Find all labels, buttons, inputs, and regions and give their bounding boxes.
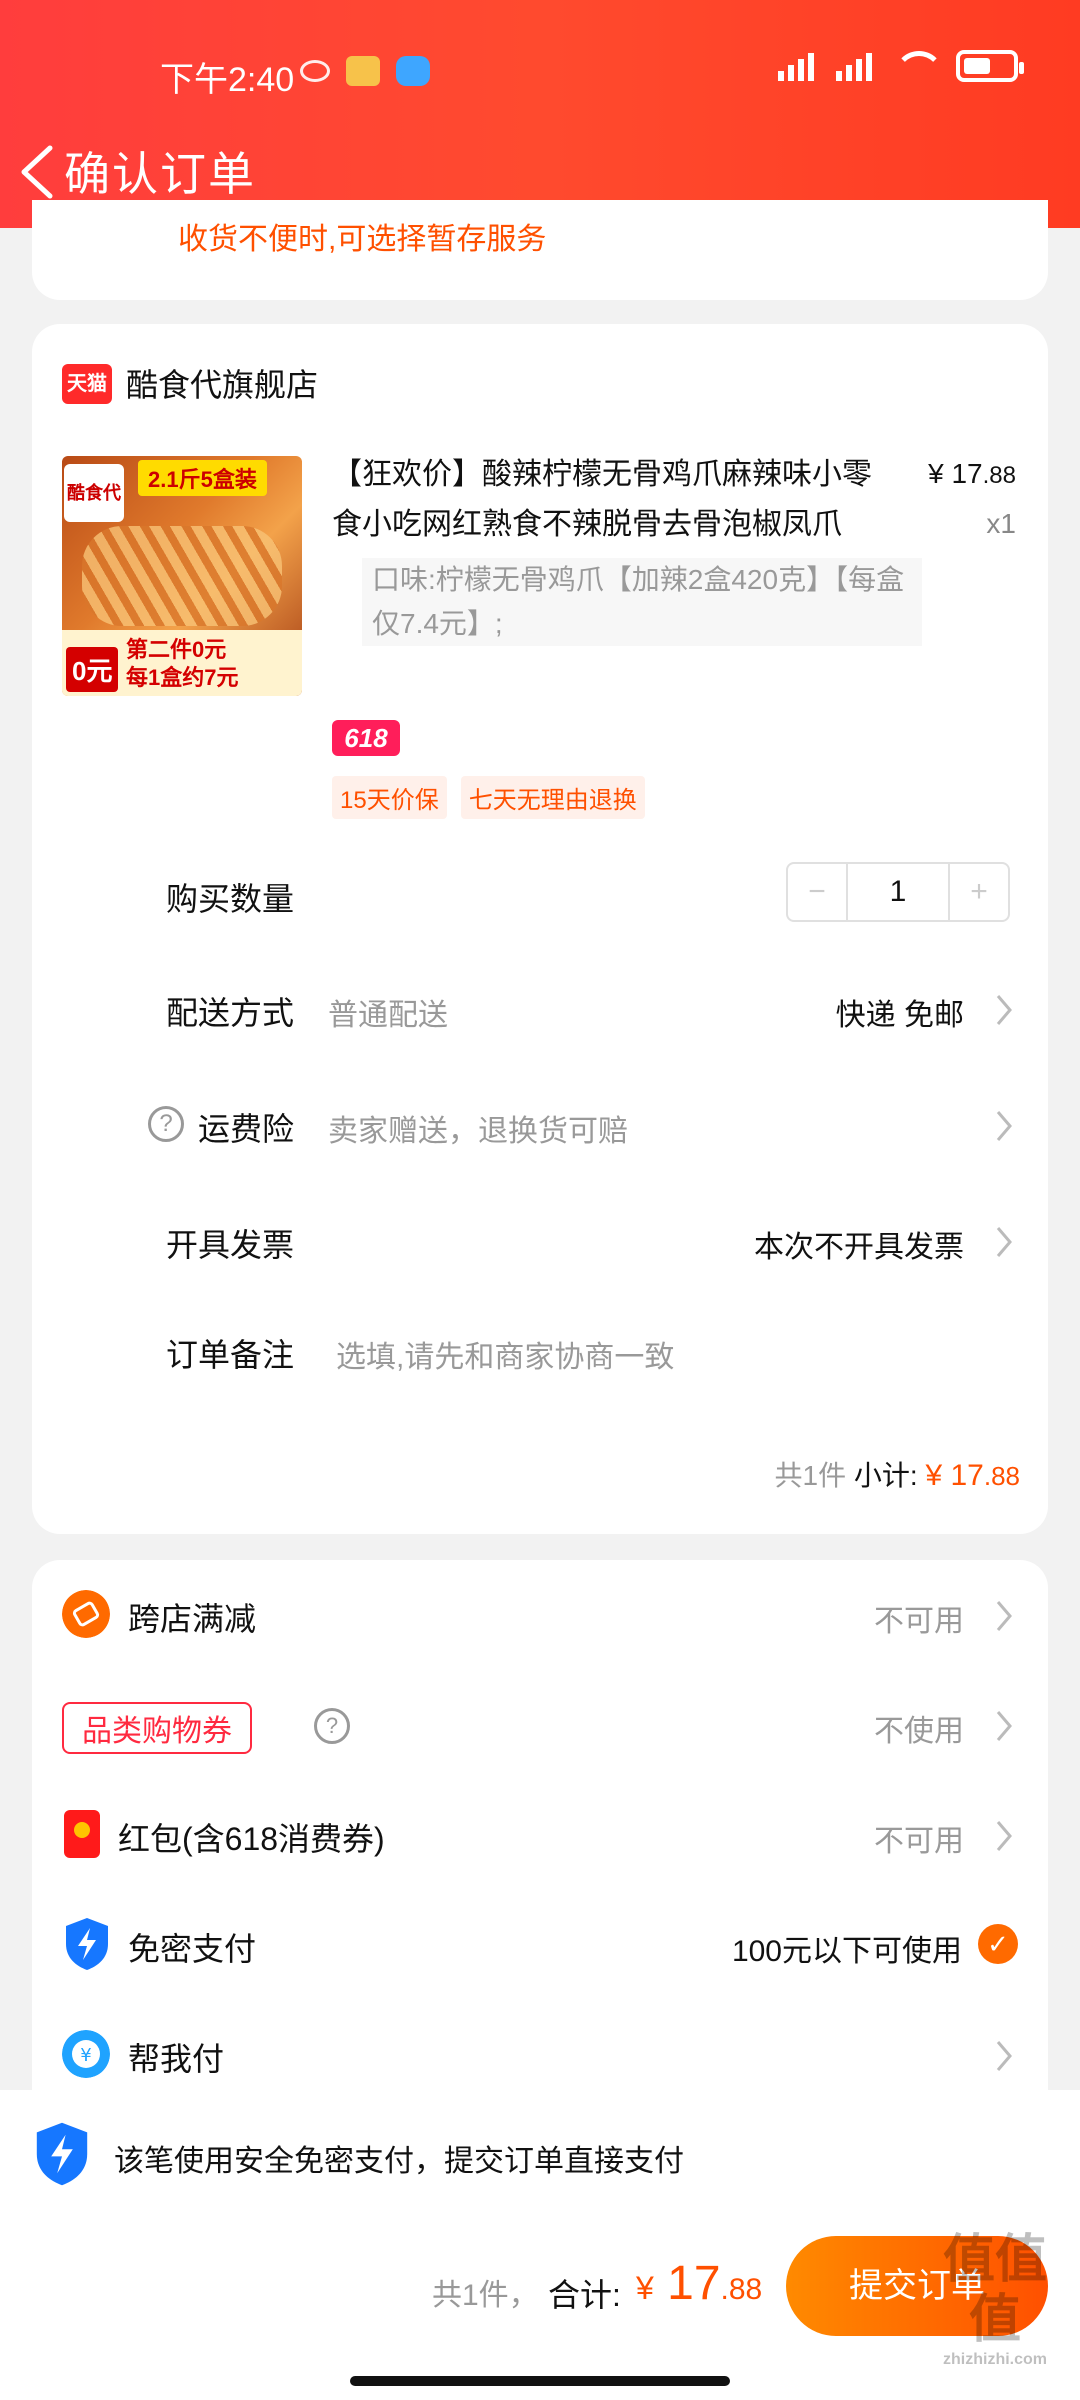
promo-618-badge: 618 [332, 720, 400, 756]
shipping-insurance-row[interactable]: ? 运费险 卖家赠送，退换货可赔 [32, 1080, 1048, 1170]
quantity-minus-button[interactable]: − [788, 864, 848, 920]
product-brand-logo: 酷食代 [64, 464, 124, 522]
signal-icon [778, 51, 814, 81]
shield-icon [66, 1918, 108, 1970]
yuan-coin-icon: ¥ [62, 2030, 110, 2078]
notification-icons [300, 56, 430, 86]
invoice-option: 本次不开具发票 [754, 1231, 964, 1264]
page-title: 确认订单 [64, 148, 256, 200]
return-tag: 七天无理由退换 [460, 776, 645, 819]
category-coupon-label: 品类购物券 [62, 1702, 252, 1754]
cloud-notification-icon [396, 56, 430, 86]
red-packet-icon [64, 1810, 100, 1858]
chevron-right-icon [996, 995, 1012, 1025]
invoice-label: 开具发票 [166, 1227, 295, 1263]
product-quantity: x1 [986, 508, 1016, 539]
delivery-option: 快递 免邮 [835, 999, 964, 1032]
signal-hd-icon [836, 51, 872, 81]
payment-notice-text: 该笔使用安全免密支付，提交订单直接支付 [114, 2145, 684, 2178]
product-zero-badge: 0元 [66, 647, 119, 692]
status-right [778, 50, 1024, 82]
order-note-input[interactable]: 选填,请先和商家协商一致 [336, 1332, 674, 1376]
product-promo-text: 第二件0元 每1盒约7元 [126, 637, 239, 690]
discount-ticket-icon [62, 1590, 110, 1638]
payment-options-card: 跨店满减 不可用 品类购物券 ? 不使用 红包(含618消费券) 不可用 免密支… [32, 1560, 1048, 2160]
invoice-row[interactable]: 开具发票 本次不开具发票 [32, 1196, 1048, 1286]
cross-store-discount-row[interactable]: 跨店满减 不可用 [32, 1560, 1048, 1670]
order-note-row: 订单备注 选填,请先和商家协商一致 [32, 1306, 1048, 1396]
subtotal-label: 小计: [853, 1460, 918, 1491]
chevron-right-icon [996, 1711, 1012, 1741]
chevron-right-icon [996, 2041, 1012, 2071]
cross-store-status: 不可用 [874, 1605, 964, 1638]
product-pack-badge: 2.1斤5盒装 [138, 460, 267, 496]
link-notification-icon [300, 60, 330, 82]
red-packet-row[interactable]: 红包(含618消费券) 不可用 [32, 1780, 1048, 1890]
wifi-icon [894, 51, 944, 81]
red-packet-label: 红包(含618消费券) [118, 1821, 385, 1857]
shop-name[interactable]: 酷食代旗舰店 [126, 360, 318, 406]
battery-icon [956, 50, 1024, 82]
category-coupon-status: 不使用 [874, 1715, 964, 1748]
tmall-logo-icon: 天猫 [62, 364, 112, 404]
chevron-right-icon [996, 1111, 1012, 1141]
status-bar: 下午2:40 [0, 44, 1080, 104]
shipping-insurance-desc: 卖家赠送，退换货可赔 [328, 1115, 628, 1148]
shield-icon [36, 2122, 88, 2186]
quantity-stepper: − 1 + [786, 862, 1010, 922]
payment-notice-bar: 该笔使用安全免密支付，提交订单直接支付 [0, 2090, 1080, 2226]
password-free-label: 免密支付 [128, 1931, 257, 1967]
quantity-row: 购买数量 − 1 + [32, 850, 1048, 940]
product-spec[interactable]: 口味:柠檬无骨鸡爪【加辣2盒420克】【每盒仅7.4元】; [362, 558, 922, 646]
quantity-label: 购买数量 [166, 881, 295, 917]
status-time: 下午2:40 [160, 61, 295, 99]
pay-for-me-label: 帮我付 [128, 2041, 225, 2077]
subtotal: 共1件 小计: ¥ 17.88 [775, 1454, 1020, 1494]
header: 下午2:40 确认订单 [0, 0, 1080, 228]
password-free-limit: 100元以下可使用 [731, 1935, 962, 1968]
total-label: 合计: [548, 2277, 621, 2313]
watermark: 值值值 zhizhizhi.com [942, 2231, 1047, 2368]
back-arrow-icon[interactable] [16, 142, 60, 202]
password-free-pay-row[interactable]: 免密支付 100元以下可使用 ✓ [32, 1890, 1048, 2000]
total-count: 共1件， [432, 2279, 539, 2312]
delivery-method: 普通配送 [328, 999, 448, 1032]
help-icon[interactable]: ? [148, 1106, 184, 1142]
home-indicator[interactable] [350, 2376, 730, 2386]
quantity-value[interactable]: 1 [848, 864, 948, 920]
order-note-label: 订单备注 [166, 1337, 295, 1373]
product-title[interactable]: 【狂欢价】酸辣柠檬无骨鸡爪麻辣味小零食小吃网红熟食不辣脱骨去骨泡椒凤爪 [332, 450, 892, 550]
shop-card: 天猫 酷食代旗舰店 酷食代 2.1斤5盒装 0元 第二件0元 每1盒约7元 【狂… [32, 324, 1048, 1534]
help-icon[interactable]: ? [314, 1708, 350, 1744]
chevron-right-icon [996, 1227, 1012, 1257]
chevron-right-icon [996, 1821, 1012, 1851]
storage-service-notice[interactable]: 收货不便时,可选择暂存服务 [178, 214, 546, 258]
service-tags: 15天价保 七天无理由退换 [332, 776, 645, 819]
app-notification-icon [346, 56, 380, 86]
product-price: ¥ 17.88 [928, 458, 1016, 489]
bottom-bar: 该笔使用安全免密支付，提交订单直接支付 共1件， 合计: ¥ 17.88 提交订… [0, 2090, 1080, 2400]
delivery-row[interactable]: 配送方式 普通配送 快递 免邮 [32, 964, 1048, 1054]
chevron-right-icon [996, 1601, 1012, 1631]
check-icon[interactable]: ✓ [978, 1924, 1018, 1964]
product-image[interactable]: 酷食代 2.1斤5盒装 0元 第二件0元 每1盒约7元 [62, 456, 302, 696]
shipping-insurance-label: 运费险 [198, 1111, 295, 1147]
quantity-plus-button[interactable]: + [948, 864, 1008, 920]
category-coupon-row[interactable]: 品类购物券 ? 不使用 [32, 1670, 1048, 1780]
delivery-notice-card: 收货不便时,可选择暂存服务 [32, 200, 1048, 300]
delivery-label: 配送方式 [166, 995, 295, 1031]
svg-text:¥: ¥ [80, 2045, 91, 2066]
cross-store-label: 跨店满减 [128, 1601, 257, 1637]
subtotal-count: 共1件 [774, 1460, 847, 1491]
total-amount: ¥ 17.88 [636, 2257, 763, 2310]
subtotal-amount: ¥ 17.88 [925, 1459, 1020, 1492]
red-packet-status: 不可用 [874, 1825, 964, 1858]
price-protect-tag: 15天价保 [332, 776, 447, 819]
